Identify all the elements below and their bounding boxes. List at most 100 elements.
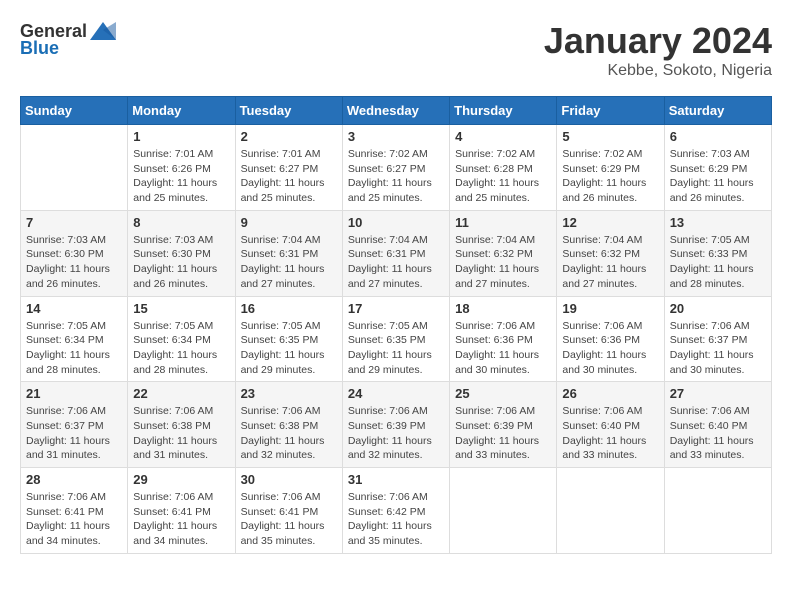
day-detail: Sunrise: 7:05 AMSunset: 6:33 PMDaylight:… <box>670 233 766 292</box>
logo: General Blue <box>20 20 116 59</box>
day-detail: Sunrise: 7:04 AMSunset: 6:32 PMDaylight:… <box>562 233 658 292</box>
calendar-header-friday: Friday <box>557 97 664 125</box>
calendar-cell: 26 Sunrise: 7:06 AMSunset: 6:40 PMDayligh… <box>557 382 664 468</box>
day-number: 18 <box>455 301 551 316</box>
calendar-row-2: 14 Sunrise: 7:05 AMSunset: 6:34 PMDayligh… <box>21 296 772 382</box>
day-number: 26 <box>562 386 658 401</box>
calendar-cell: 10 Sunrise: 7:04 AMSunset: 6:31 PMDayligh… <box>342 210 449 296</box>
day-detail: Sunrise: 7:06 AMSunset: 6:41 PMDaylight:… <box>241 490 337 549</box>
day-detail: Sunrise: 7:06 AMSunset: 6:41 PMDaylight:… <box>133 490 229 549</box>
calendar-cell: 1Sunrise: 7:01 AMSunset: 6:26 PMDaylight… <box>128 125 235 211</box>
day-detail: Sunrise: 7:06 AMSunset: 6:38 PMDaylight:… <box>133 404 229 463</box>
day-detail: Sunrise: 7:04 AMSunset: 6:31 PMDaylight:… <box>348 233 444 292</box>
day-number: 3 <box>348 129 444 144</box>
day-detail: Sunrise: 7:06 AMSunset: 6:36 PMDaylight:… <box>562 319 658 378</box>
calendar-row-0: 1Sunrise: 7:01 AMSunset: 6:26 PMDaylight… <box>21 125 772 211</box>
day-number: 20 <box>670 301 766 316</box>
day-detail: Sunrise: 7:05 AMSunset: 6:34 PMDaylight:… <box>26 319 122 378</box>
day-detail: Sunrise: 7:06 AMSunset: 6:39 PMDaylight:… <box>455 404 551 463</box>
day-number: 27 <box>670 386 766 401</box>
calendar-cell: 12 Sunrise: 7:04 AMSunset: 6:32 PMDayligh… <box>557 210 664 296</box>
calendar-cell: 29 Sunrise: 7:06 AMSunset: 6:41 PMDayligh… <box>128 468 235 554</box>
calendar-cell: 2 Sunrise: 7:01 AMSunset: 6:27 PMDaylight… <box>235 125 342 211</box>
calendar-cell: 4 Sunrise: 7:02 AMSunset: 6:28 PMDaylight… <box>450 125 557 211</box>
day-number: 29 <box>133 472 229 487</box>
day-number: 6 <box>670 129 766 144</box>
calendar-cell: 23 Sunrise: 7:06 AMSunset: 6:38 PMDayligh… <box>235 382 342 468</box>
day-number: 24 <box>348 386 444 401</box>
calendar-cell: 5Sunrise: 7:02 AMSunset: 6:29 PMDaylight… <box>557 125 664 211</box>
calendar-cell <box>664 468 771 554</box>
day-detail: Sunrise: 7:01 AMSunset: 6:27 PMDaylight:… <box>241 147 337 206</box>
day-detail: Sunrise: 7:06 AMSunset: 6:37 PMDaylight:… <box>26 404 122 463</box>
calendar-header-thursday: Thursday <box>450 97 557 125</box>
day-number: 8 <box>133 215 229 230</box>
day-detail: Sunrise: 7:05 AMSunset: 6:35 PMDaylight:… <box>348 319 444 378</box>
calendar-cell: 30 Sunrise: 7:06 AMSunset: 6:41 PMDayligh… <box>235 468 342 554</box>
day-detail: Sunrise: 7:03 AMSunset: 6:29 PMDaylight:… <box>670 147 766 206</box>
day-detail: Sunrise: 7:06 AMSunset: 6:39 PMDaylight:… <box>348 404 444 463</box>
day-detail: Sunrise: 7:02 AMSunset: 6:29 PMDaylight:… <box>562 147 658 206</box>
calendar-cell: 24 Sunrise: 7:06 AMSunset: 6:39 PMDayligh… <box>342 382 449 468</box>
calendar-cell: 27 Sunrise: 7:06 AMSunset: 6:40 PMDayligh… <box>664 382 771 468</box>
day-number: 9 <box>241 215 337 230</box>
calendar-header-row: SundayMondayTuesdayWednesdayThursdayFrid… <box>21 97 772 125</box>
day-number: 14 <box>26 301 122 316</box>
day-number: 25 <box>455 386 551 401</box>
day-number: 21 <box>26 386 122 401</box>
calendar-cell: 22 Sunrise: 7:06 AMSunset: 6:38 PMDayligh… <box>128 382 235 468</box>
day-detail: Sunrise: 7:06 AMSunset: 6:38 PMDaylight:… <box>241 404 337 463</box>
calendar-header-tuesday: Tuesday <box>235 97 342 125</box>
day-number: 15 <box>133 301 229 316</box>
day-detail: Sunrise: 7:06 AMSunset: 6:42 PMDaylight:… <box>348 490 444 549</box>
calendar-cell: 21 Sunrise: 7:06 AMSunset: 6:37 PMDayligh… <box>21 382 128 468</box>
calendar-cell: 18Sunrise: 7:06 AMSunset: 6:36 PMDayligh… <box>450 296 557 382</box>
day-detail: Sunrise: 7:01 AMSunset: 6:26 PMDaylight:… <box>133 147 229 206</box>
day-detail: Sunrise: 7:06 AMSunset: 6:41 PMDaylight:… <box>26 490 122 549</box>
day-number: 2 <box>241 129 337 144</box>
day-number: 10 <box>348 215 444 230</box>
calendar-row-3: 21 Sunrise: 7:06 AMSunset: 6:37 PMDayligh… <box>21 382 772 468</box>
day-detail: Sunrise: 7:03 AMSunset: 6:30 PMDaylight:… <box>133 233 229 292</box>
day-number: 4 <box>455 129 551 144</box>
calendar-table: SundayMondayTuesdayWednesdayThursdayFrid… <box>20 96 772 554</box>
calendar-header-monday: Monday <box>128 97 235 125</box>
day-detail: Sunrise: 7:06 AMSunset: 6:37 PMDaylight:… <box>670 319 766 378</box>
calendar-cell: 9 Sunrise: 7:04 AMSunset: 6:31 PMDaylight… <box>235 210 342 296</box>
logo-icon <box>90 20 116 42</box>
calendar-row-4: 28 Sunrise: 7:06 AMSunset: 6:41 PMDayligh… <box>21 468 772 554</box>
day-detail: Sunrise: 7:06 AMSunset: 6:40 PMDaylight:… <box>562 404 658 463</box>
day-number: 7 <box>26 215 122 230</box>
calendar-row-1: 7 Sunrise: 7:03 AMSunset: 6:30 PMDaylight… <box>21 210 772 296</box>
day-number: 17 <box>348 301 444 316</box>
day-number: 30 <box>241 472 337 487</box>
day-detail: Sunrise: 7:04 AMSunset: 6:32 PMDaylight:… <box>455 233 551 292</box>
calendar-cell: 31Sunrise: 7:06 AMSunset: 6:42 PMDayligh… <box>342 468 449 554</box>
calendar-cell: 11 Sunrise: 7:04 AMSunset: 6:32 PMDayligh… <box>450 210 557 296</box>
calendar-cell <box>450 468 557 554</box>
day-detail: Sunrise: 7:05 AMSunset: 6:35 PMDaylight:… <box>241 319 337 378</box>
day-number: 22 <box>133 386 229 401</box>
calendar-cell: 7 Sunrise: 7:03 AMSunset: 6:30 PMDaylight… <box>21 210 128 296</box>
day-number: 11 <box>455 215 551 230</box>
calendar-cell: 20 Sunrise: 7:06 AMSunset: 6:37 PMDayligh… <box>664 296 771 382</box>
calendar-cell: 15Sunrise: 7:05 AMSunset: 6:34 PMDayligh… <box>128 296 235 382</box>
calendar-cell: 25 Sunrise: 7:06 AMSunset: 6:39 PMDayligh… <box>450 382 557 468</box>
day-detail: Sunrise: 7:02 AMSunset: 6:28 PMDaylight:… <box>455 147 551 206</box>
calendar-cell: 16Sunrise: 7:05 AMSunset: 6:35 PMDayligh… <box>235 296 342 382</box>
calendar-cell: 17 Sunrise: 7:05 AMSunset: 6:35 PMDayligh… <box>342 296 449 382</box>
calendar-cell: 28 Sunrise: 7:06 AMSunset: 6:41 PMDayligh… <box>21 468 128 554</box>
logo-text-blue: Blue <box>20 38 59 59</box>
day-number: 28 <box>26 472 122 487</box>
day-number: 23 <box>241 386 337 401</box>
calendar-cell: 6 Sunrise: 7:03 AMSunset: 6:29 PMDaylight… <box>664 125 771 211</box>
day-detail: Sunrise: 7:03 AMSunset: 6:30 PMDaylight:… <box>26 233 122 292</box>
day-detail: Sunrise: 7:04 AMSunset: 6:31 PMDaylight:… <box>241 233 337 292</box>
location-title: Kebbe, Sokoto, Nigeria <box>544 62 772 80</box>
calendar-cell <box>557 468 664 554</box>
calendar-header-sunday: Sunday <box>21 97 128 125</box>
day-number: 12 <box>562 215 658 230</box>
calendar-header-wednesday: Wednesday <box>342 97 449 125</box>
day-detail: Sunrise: 7:06 AMSunset: 6:40 PMDaylight:… <box>670 404 766 463</box>
day-number: 13 <box>670 215 766 230</box>
